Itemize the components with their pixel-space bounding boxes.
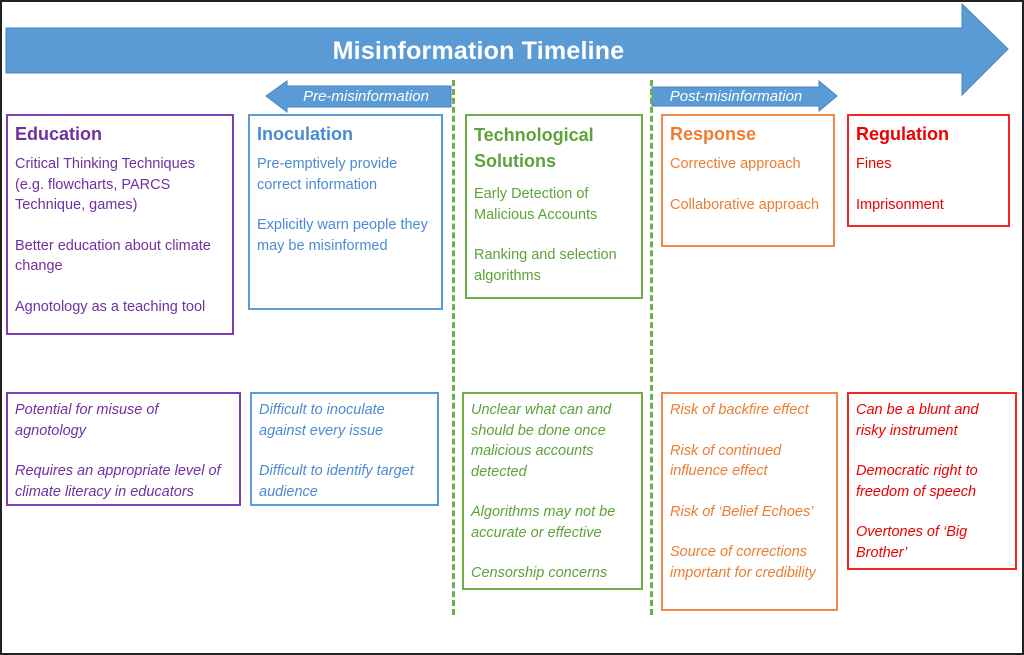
inoculation-solution: Pre-emptively provide correct informatio… (257, 156, 398, 193)
regulation-challenges-box: Can be a blunt and risky instrument Demo… (847, 392, 1017, 570)
pre-divider-line (452, 80, 455, 615)
inoculation-challenge: Difficult to identify target audience (259, 463, 414, 500)
education-solution: Better education about climate change (15, 237, 211, 275)
regulation-challenge: Can be a blunt and risky instrument (856, 402, 979, 439)
inoculation-challenge: Difficult to inoculate against every iss… (259, 402, 385, 439)
response-challenge: Risk of ‘Belief Echoes’ (670, 503, 814, 520)
response-solution: Collaborative approach (670, 196, 820, 213)
post-misinformation-arrow (651, 79, 838, 113)
technological-solutions-box: Technological Solutions Early Detection … (465, 114, 643, 299)
regulation-solutions-box: Regulation Fines Imprisonment (847, 114, 1010, 227)
inoculation-solutions-box: Inoculation Pre-emptively provide correc… (248, 114, 443, 310)
technological-solution: Early Detection of Malicious Accounts (474, 186, 598, 223)
response-challenge: Source of corrections important for cred… (670, 544, 816, 581)
education-title: Education (15, 124, 103, 144)
regulation-solution: Fines (856, 156, 892, 172)
technological-challenge: Unclear what can and should be done once… (471, 402, 612, 480)
education-solutions-box: Education Critical Thinking Techniques (… (6, 114, 234, 335)
regulation-challenge: Overtones of ‘Big Brother’ (856, 524, 968, 561)
regulation-solution: Imprisonment (856, 196, 944, 213)
post-misinformation-label: Post-misinformation (669, 88, 803, 105)
technological-challenge: Censorship concerns (471, 565, 608, 581)
response-challenge: Risk of continued influence effect (670, 442, 782, 480)
technological-challenge: Algorithms may not be accurate or effect… (471, 504, 616, 541)
technological-solution: Ranking and selection algorithms (474, 247, 617, 284)
response-solution: Corrective approach (670, 156, 801, 172)
education-solution: Agnotology as a teaching tool (15, 298, 206, 315)
inoculation-challenges-box: Difficult to inoculate against every iss… (250, 392, 439, 506)
education-solution: Critical Thinking Techniques (e.g. flowc… (15, 156, 196, 213)
inoculation-solution: Explicitly warn people they may be misin… (257, 217, 428, 254)
response-solutions-box: Response Corrective approach Collaborati… (661, 114, 835, 247)
response-challenges-box: Risk of backfire effect Risk of continue… (661, 392, 838, 611)
regulation-title: Regulation (856, 124, 949, 144)
education-challenges-box: Potential for misuse of agnotology Requi… (6, 392, 241, 506)
post-divider-line (650, 80, 653, 615)
response-challenge: Risk of backfire effect (670, 402, 809, 418)
education-challenge: Requires an appropriate level of climate… (15, 463, 221, 500)
technological-challenges-box: Unclear what can and should be done once… (462, 392, 643, 590)
education-challenge: Potential for misuse of agnotology (15, 402, 159, 439)
technological-title: Technological Solutions (474, 125, 594, 171)
response-title: Response (670, 124, 757, 144)
regulation-challenge: Democratic right to freedom of speech (856, 463, 978, 500)
inoculation-title: Inoculation (257, 124, 353, 144)
